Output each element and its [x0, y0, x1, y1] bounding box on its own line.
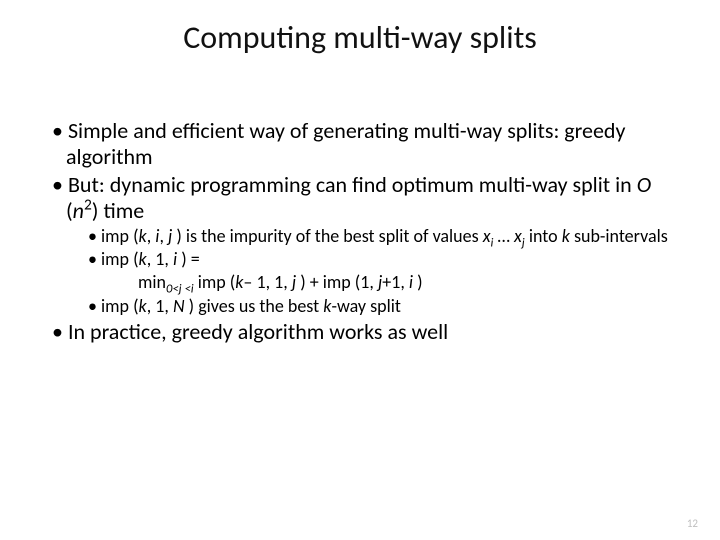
text: ) time — [92, 197, 144, 224]
text: ( — [66, 197, 73, 224]
var-n: n — [73, 197, 84, 224]
text: min — [138, 271, 166, 293]
text: , — [147, 225, 156, 247]
text: imp ( — [194, 271, 236, 293]
text: … — [493, 225, 514, 247]
text: into — [525, 225, 562, 247]
text: -way split — [331, 295, 400, 317]
text: Simple and efficient way of generating m… — [66, 117, 625, 170]
text: ) = — [177, 248, 200, 270]
text: , 1, — [147, 248, 173, 270]
subbullet-imp-def: imp (k, i, j ) is the impurity of the be… — [48, 226, 672, 247]
slide: Computing multi-way splits Simple and ef… — [0, 0, 720, 540]
var-N: N — [173, 295, 185, 317]
text: sub-intervals — [570, 225, 668, 247]
text: , — [159, 225, 168, 247]
text: imp ( — [101, 248, 139, 270]
bullet-dp-optimum: But: dynamic programming can find optimu… — [48, 172, 672, 224]
subbullet-imp-recur-rhs: min0<j <i imp (k– 1, 1, j ) + imp (1, j+… — [48, 272, 672, 293]
text: ) + imp (1, — [296, 271, 378, 293]
slide-title: Computing multi-way splits — [0, 18, 720, 57]
slide-body: Simple and efficient way of generating m… — [48, 118, 672, 347]
var-x: x — [483, 225, 491, 247]
var-O: O — [637, 171, 651, 198]
var-k: k — [562, 225, 570, 247]
text: imp ( — [101, 225, 139, 247]
text: ) gives us the best — [185, 295, 324, 317]
bullet-simple-greedy: Simple and efficient way of generating m… — [48, 118, 672, 170]
exp-2: 2 — [84, 196, 92, 215]
subbullet-imp-best: imp (k, 1, N ) gives us the best k-way s… — [48, 296, 672, 317]
var-k: k — [139, 225, 147, 247]
subbullet-imp-recur: imp (k, 1, i ) = — [48, 249, 672, 270]
text: ) — [413, 271, 423, 293]
text: – 1, 1, — [243, 271, 291, 293]
text: , 1, — [147, 295, 173, 317]
var-k: k — [139, 295, 147, 317]
var-x: x — [514, 225, 522, 247]
var-k: k — [139, 248, 147, 270]
text: imp ( — [101, 295, 139, 317]
page-number: 12 — [687, 517, 698, 530]
text: In practice, greedy algorithm works as w… — [68, 318, 448, 345]
text: ) is the impurity of the best split of v… — [172, 225, 482, 247]
bullet-practice: In practice, greedy algorithm works as w… — [48, 319, 672, 345]
text: But: dynamic programming can find optimu… — [68, 171, 637, 198]
text: +1, — [382, 271, 409, 293]
